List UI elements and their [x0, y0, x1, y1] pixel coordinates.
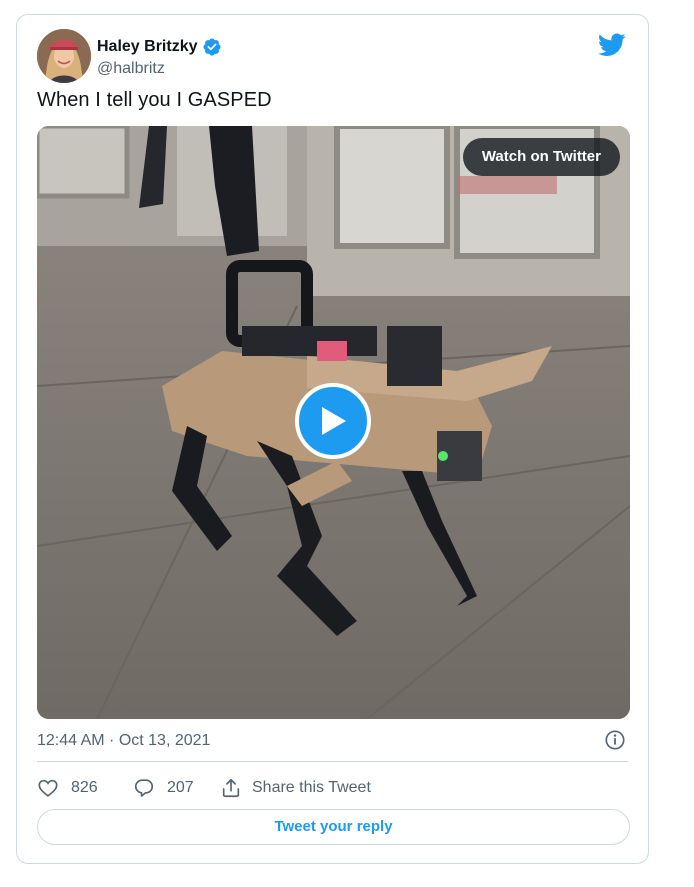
tweet-actions: 826 207 Share this Tweet: [37, 773, 371, 803]
tweet-card[interactable]: Haley Britzky @halbritz When I tell you …: [16, 14, 649, 864]
video-player[interactable]: Watch on Twitter: [37, 126, 630, 719]
author-handle[interactable]: @halbritz: [97, 60, 165, 78]
share-label: Share this Tweet: [252, 779, 371, 796]
play-button[interactable]: [295, 383, 371, 459]
tweet-timestamp[interactable]: 12:44 AM · Oct 13, 2021: [37, 732, 210, 750]
share-button[interactable]: Share this Tweet: [220, 777, 371, 799]
tweet-text: When I tell you I GASPED: [37, 89, 272, 111]
heart-icon: [38, 779, 58, 797]
reply-button[interactable]: 207: [133, 777, 220, 799]
play-icon: [322, 407, 346, 435]
avatar[interactable]: [37, 29, 91, 83]
tweet-your-reply-button[interactable]: Tweet your reply: [37, 809, 630, 845]
divider: [37, 761, 628, 762]
info-icon[interactable]: [604, 729, 626, 751]
like-count: 826: [71, 779, 98, 796]
reply-icon: [134, 779, 154, 797]
reply-count: 207: [167, 779, 194, 796]
author-name[interactable]: Haley Britzky: [97, 38, 198, 56]
verified-badge-icon: [202, 38, 221, 56]
like-button[interactable]: 826: [37, 777, 133, 799]
twitter-bird-icon[interactable]: [598, 33, 626, 57]
share-icon: [222, 778, 240, 798]
watch-on-twitter-button[interactable]: Watch on Twitter: [462, 138, 620, 176]
